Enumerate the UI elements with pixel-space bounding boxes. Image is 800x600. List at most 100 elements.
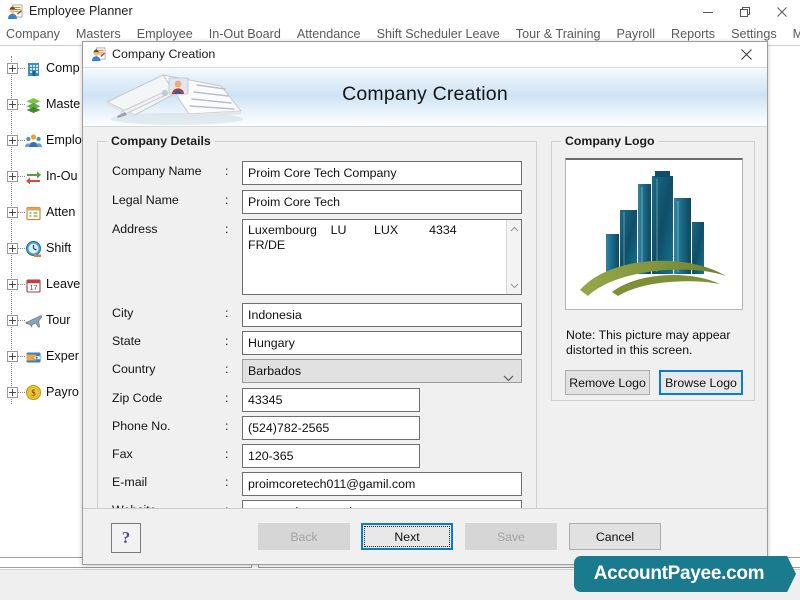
expand-plus-icon[interactable] (7, 62, 18, 74)
sidebar-item-label: Comp (46, 61, 80, 75)
address-textarea[interactable]: Luxembourg LU LUX 4334 FR/DE (242, 219, 522, 295)
expand-plus-icon[interactable] (7, 134, 18, 146)
sidebar-item-label: Exper (46, 349, 79, 363)
window-titlebar: Employee Planner (0, 0, 800, 25)
expand-plus-icon[interactable] (7, 314, 18, 326)
colon-country: : (225, 362, 229, 376)
sidebar-item-maste[interactable]: Maste (0, 86, 80, 122)
input-phone-no[interactable]: (524)782-2565 (242, 416, 420, 440)
input-zip-code[interactable]: 43345 (242, 388, 420, 412)
dialog-title-text: Company Creation (112, 47, 216, 61)
dialog-heading: Company Creation (342, 83, 508, 105)
colon-state: : (225, 334, 229, 348)
scroll-up-icon[interactable] (507, 221, 522, 236)
sidebar-item-payro[interactable]: $ Payro (0, 374, 79, 410)
sidebar-item-label: Shift (46, 241, 72, 255)
expand-plus-icon[interactable] (7, 98, 18, 110)
restore-button[interactable] (726, 0, 763, 24)
input-state[interactable]: Hungary (242, 331, 522, 355)
expand-plus-icon[interactable] (7, 242, 18, 254)
in-out-board-icon (26, 171, 41, 184)
input-legal-name[interactable]: Proim Core Tech (242, 190, 522, 214)
field-row-country: Country: Barbados (112, 359, 524, 383)
label-fax: Fax (112, 447, 133, 461)
label-company-name: Company Name (112, 164, 202, 178)
colon-fax: : (225, 447, 229, 461)
close-button[interactable] (763, 0, 800, 24)
label-zip-code: Zip Code (112, 391, 163, 405)
save-button[interactable]: Save (465, 523, 557, 550)
back-button[interactable]: Back (258, 523, 350, 550)
label-phone-no: Phone No. (112, 419, 171, 433)
scroll-down-icon[interactable] (507, 278, 522, 293)
colon-e-mail: : (225, 475, 229, 489)
label-legal-name: Legal Name (112, 193, 179, 207)
sidebar-item-label: Emplo (46, 133, 82, 147)
sidebar-item-emplo[interactable]: Emplo (0, 122, 82, 158)
input-e-mail[interactable]: proimcoretech011@gamil.com (242, 472, 522, 496)
country-select[interactable]: Barbados (242, 359, 522, 383)
accountpayee-watermark: AccountPayee.com (574, 556, 796, 592)
menu-item-company[interactable]: Company (0, 24, 68, 45)
remove-logo-button[interactable]: Remove Logo (565, 370, 650, 395)
minimize-button[interactable] (689, 0, 726, 24)
field-row-state: State: Hungary (112, 331, 524, 355)
expand-plus-icon[interactable] (7, 350, 18, 362)
payroll-icon: $ (25, 384, 42, 400)
application-window: Employee Planner Company Masters Employee I… (0, 0, 800, 600)
browse-logo-button[interactable]: Browse Logo (659, 370, 743, 395)
sidebar-item-shift[interactable]: Shift (0, 230, 71, 266)
input-company-name[interactable]: Proim Core Tech Company (242, 161, 522, 185)
expand-plus-icon[interactable] (7, 278, 18, 290)
field-row-company-name: Company Name: Proim Core Tech Company (112, 161, 524, 185)
logo-button-row: Remove Logo Browse Logo (565, 370, 743, 395)
expand-plus-icon[interactable] (7, 206, 18, 218)
company-details-group: Company Details Company Name: Proim Core … (97, 134, 537, 524)
svg-text:$: $ (31, 388, 36, 398)
input-city[interactable]: Indonesia (242, 303, 522, 327)
company-creation-icon (91, 47, 106, 62)
input-fax[interactable]: 120-365 (242, 444, 420, 468)
company-logo-legend: Company Logo (561, 134, 659, 148)
navigation-tree: Comp Maste Emplo In-Ou Atten Shift 17 Leave Tour… (0, 46, 92, 553)
menu-item-mail[interactable]: Mail (785, 24, 800, 45)
company-building-logo (580, 171, 726, 296)
sidebar-item-atten[interactable]: Atten (0, 194, 75, 230)
next-button[interactable]: Next (361, 523, 453, 550)
colon-legal-name: : (225, 193, 229, 207)
tree-dash (18, 391, 25, 393)
dialog-banner: Company Creation (83, 68, 767, 127)
svg-text:17: 17 (30, 284, 38, 291)
sidebar-item-label: Leave (46, 277, 81, 291)
window-controls (689, 0, 800, 24)
sidebar-item-comp[interactable]: Comp (0, 50, 80, 86)
sidebar-item-exper[interactable]: Exper (0, 338, 79, 374)
field-row-address: Address: Luxembourg LU LUX 4334 FR/DE (112, 219, 524, 295)
expand-plus-icon[interactable] (7, 170, 18, 182)
field-row-phone-no: Phone No.: (524)782-2565 (112, 416, 524, 440)
dialog-close-button[interactable] (729, 42, 763, 67)
sidebar-item-tour[interactable]: Tour (0, 302, 71, 338)
company-logo-group: Company Logo Note: This picture may appe… (551, 134, 755, 401)
address-textarea-value: Luxembourg LU LUX 4334 FR/DE (248, 223, 457, 252)
sidebar-item-label: Payro (46, 385, 79, 399)
tree-dash (18, 139, 25, 141)
chevron-down-icon[interactable] (503, 367, 514, 389)
logo-preview[interactable] (565, 158, 743, 310)
address-scrollbar[interactable] (506, 220, 521, 294)
employee-planner-icon (8, 4, 23, 19)
tree-dash (18, 211, 25, 213)
cancel-button[interactable]: Cancel (569, 523, 661, 550)
field-row-legal-name: Legal Name: Proim Core Tech (112, 190, 524, 214)
sidebar-item-in-ou[interactable]: In-Ou (0, 158, 78, 194)
sidebar-item-label: Maste (46, 97, 81, 111)
help-button[interactable]: ? (111, 523, 141, 553)
label-city: City (112, 306, 134, 320)
expand-plus-icon[interactable] (7, 386, 18, 398)
sidebar-item-label: Atten (46, 205, 76, 219)
tree-dash (18, 175, 25, 177)
leave-icon: 17 (26, 278, 41, 293)
field-row-zip-code: Zip Code:43345 (112, 388, 524, 412)
shift-icon (26, 240, 41, 257)
sidebar-item-leave[interactable]: 17 Leave (0, 266, 80, 302)
